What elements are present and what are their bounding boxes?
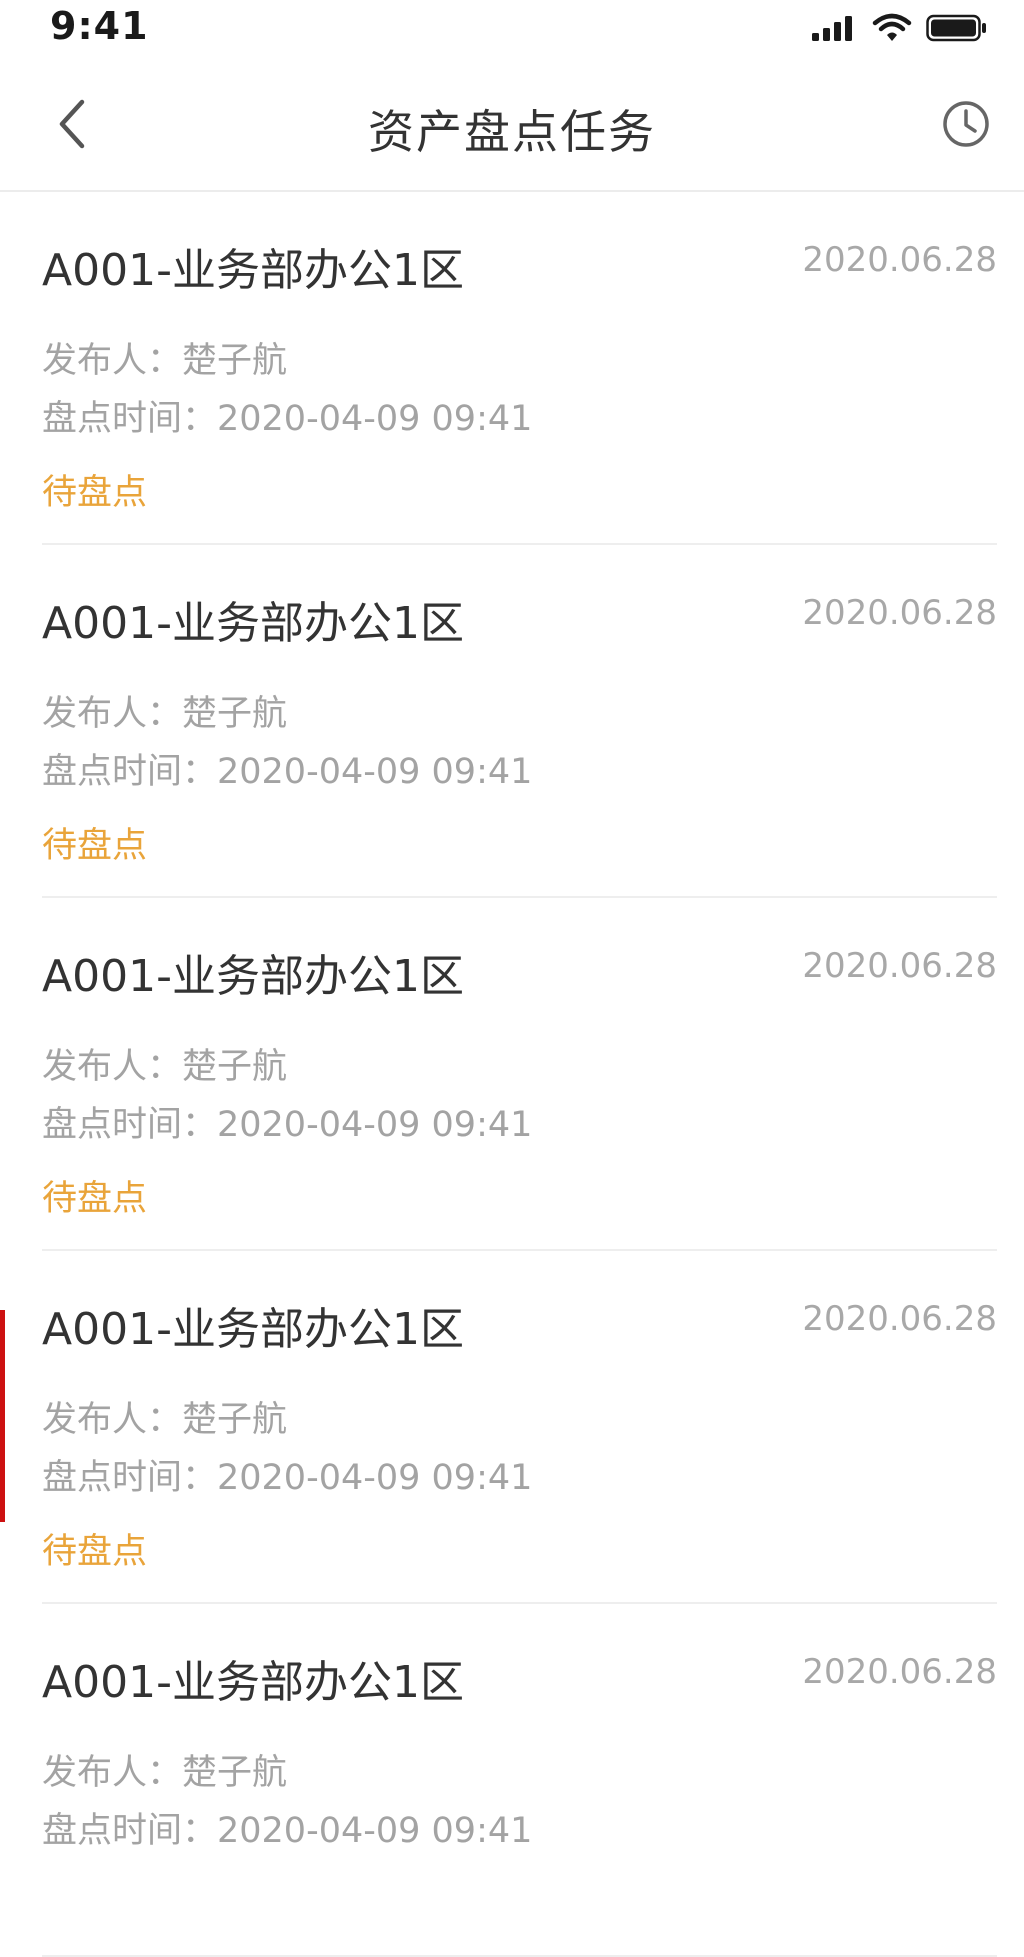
side-marker bbox=[0, 1310, 5, 1522]
task-date: 2020.06.28 bbox=[802, 593, 997, 633]
history-button[interactable] bbox=[940, 98, 992, 150]
task-date: 2020.06.28 bbox=[802, 240, 997, 280]
clock-icon bbox=[943, 101, 989, 147]
task-date: 2020.06.28 bbox=[802, 1299, 997, 1339]
task-time: 盘点时间：2020-04-09 09:41 bbox=[42, 399, 533, 439]
task-title: A001-业务部办公1区 bbox=[42, 598, 464, 649]
task-date: 2020.06.28 bbox=[802, 1652, 997, 1692]
status-time: 9:41 bbox=[50, 4, 149, 48]
task-time: 盘点时间：2020-04-09 09:41 bbox=[42, 752, 533, 792]
status-badge: 待盘点 bbox=[42, 826, 148, 866]
task-publisher: 发布人：楚子航 bbox=[42, 1400, 288, 1440]
task-item[interactable]: A001-业务部办公1区 2020.06.28 发布人：楚子航 盘点时间：202… bbox=[42, 1604, 997, 1957]
status-icons bbox=[810, 12, 988, 44]
wifi-icon bbox=[872, 13, 912, 41]
task-time: 盘点时间：2020-04-09 09:41 bbox=[42, 1458, 533, 1498]
task-publisher: 发布人：楚子航 bbox=[42, 694, 288, 734]
task-publisher: 发布人：楚子航 bbox=[42, 341, 288, 381]
task-date: 2020.06.28 bbox=[802, 946, 997, 986]
task-list: A001-业务部办公1区 2020.06.28 发布人：楚子航 盘点时间：202… bbox=[0, 192, 1024, 1957]
task-time: 盘点时间：2020-04-09 09:41 bbox=[42, 1105, 533, 1145]
status-badge: 待盘点 bbox=[42, 473, 148, 513]
battery-icon bbox=[926, 14, 986, 42]
status-badge: 待盘点 bbox=[42, 1179, 148, 1219]
task-title: A001-业务部办公1区 bbox=[42, 1304, 464, 1355]
task-title: A001-业务部办公1区 bbox=[42, 1657, 464, 1708]
page-title: 资产盘点任务 bbox=[368, 105, 656, 159]
task-item[interactable]: A001-业务部办公1区 2020.06.28 发布人：楚子航 盘点时间：202… bbox=[42, 545, 997, 898]
task-item[interactable]: A001-业务部办公1区 2020.06.28 发布人：楚子航 盘点时间：202… bbox=[42, 1251, 997, 1604]
task-title: A001-业务部办公1区 bbox=[42, 951, 464, 1002]
task-title: A001-业务部办公1区 bbox=[42, 245, 464, 296]
status-bar: 9:41 bbox=[0, 0, 1024, 56]
task-item[interactable]: A001-业务部办公1区 2020.06.28 发布人：楚子航 盘点时间：202… bbox=[42, 192, 997, 545]
task-item[interactable]: A001-业务部办公1区 2020.06.28 发布人：楚子航 盘点时间：202… bbox=[42, 898, 997, 1251]
task-time: 盘点时间：2020-04-09 09:41 bbox=[42, 1811, 533, 1851]
signal-icon bbox=[812, 16, 852, 41]
nav-bar: 资产盘点任务 bbox=[0, 56, 1024, 192]
task-publisher: 发布人：楚子航 bbox=[42, 1753, 288, 1793]
status-badge: 待盘点 bbox=[42, 1532, 148, 1572]
task-publisher: 发布人：楚子航 bbox=[42, 1047, 288, 1087]
